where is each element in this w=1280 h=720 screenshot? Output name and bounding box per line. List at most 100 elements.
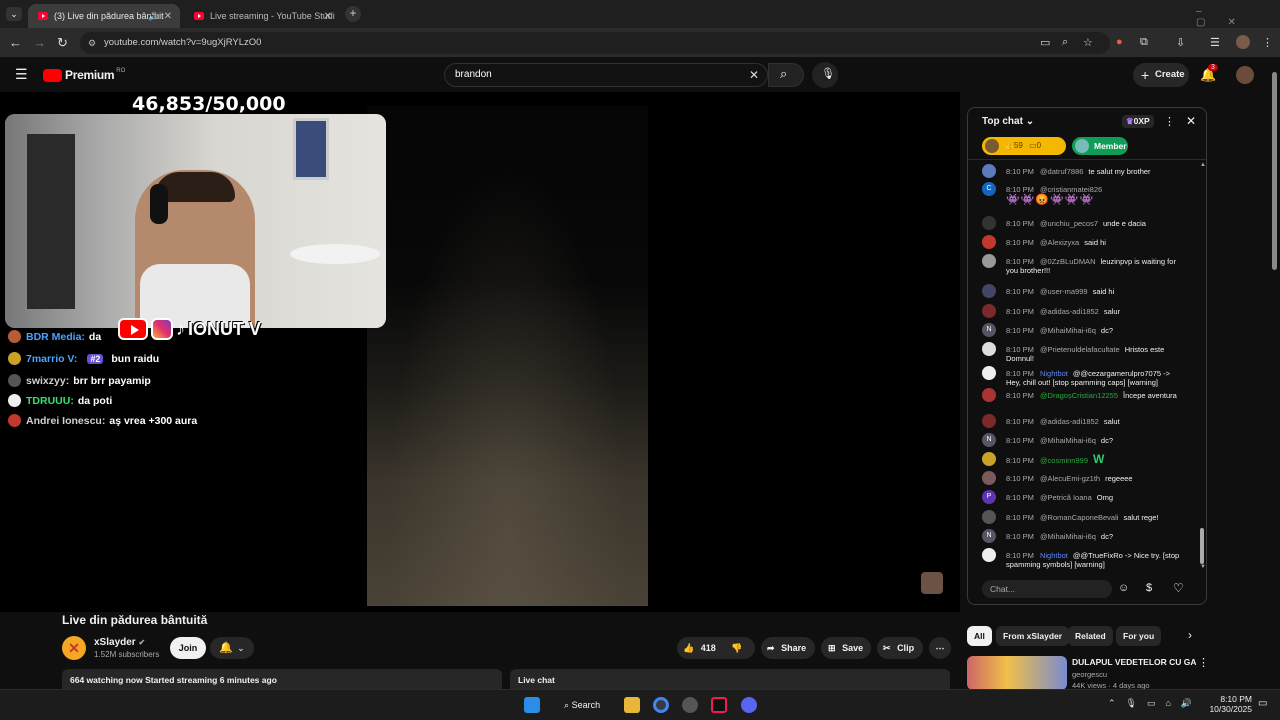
chat-author[interactable]: @adidas-adi1852	[1040, 417, 1099, 426]
tab-active[interactable]: (3) Live din pădurea bântuit 🔊 ✕	[28, 4, 180, 28]
chat-author[interactable]: @MihaiMihai-i6q	[1040, 532, 1096, 541]
youtube-logo[interactable]: Premium RO	[43, 68, 125, 82]
close-tab-icon[interactable]: ✕	[164, 11, 172, 22]
cast-icon[interactable]: ▭	[1040, 36, 1050, 49]
reading-list-icon[interactable]: ☰	[1210, 36, 1220, 49]
chat-avatar[interactable]	[982, 284, 996, 298]
chat-avatar[interactable]	[982, 342, 996, 356]
app-icon[interactable]	[682, 697, 698, 713]
chat-author[interactable]: @MihaiMihai-i6q	[1040, 326, 1096, 335]
chat-author[interactable]: Nightbot	[1040, 369, 1068, 378]
notification-center-icon[interactable]: ▭	[1258, 698, 1267, 709]
chat-author[interactable]: @adidas-adi1852	[1040, 307, 1099, 316]
heart-icon[interactable]: ♡	[1173, 581, 1184, 595]
guide-menu-icon[interactable]: ☰	[15, 66, 28, 83]
extension-icon[interactable]: ●	[1116, 36, 1123, 48]
chat-author[interactable]: @Alexizyxa	[1040, 238, 1079, 247]
search-input[interactable]: brandon ✕	[444, 63, 768, 87]
chat-avatar[interactable]	[982, 164, 996, 178]
chat-author[interactable]: @Prietenuldelafacultate	[1040, 345, 1120, 354]
scroll-down-icon[interactable]: ▼	[1200, 564, 1206, 570]
extensions-puzzle-icon[interactable]: ⧉	[1140, 36, 1148, 49]
taskbar-search[interactable]: ⌕ Search	[556, 696, 608, 714]
like-button[interactable]: 👍 418	[677, 637, 727, 659]
chat-avatar[interactable]	[982, 254, 996, 268]
emoji-icon[interactable]: ☺	[1118, 582, 1129, 594]
chat-more-icon[interactable]: ⋮	[1164, 115, 1175, 128]
description-box[interactable]: 664 watching now Started streaming 6 min…	[62, 669, 502, 689]
chat-author[interactable]: @user-ma999	[1040, 287, 1088, 296]
site-info-icon[interactable]: ⚙	[88, 32, 96, 54]
voice-search-button[interactable]: 🎙	[812, 62, 838, 88]
create-button[interactable]: + Create	[1133, 63, 1189, 87]
chat-avatar[interactable]: C	[982, 182, 996, 196]
related-tab-related[interactable]: Related	[1068, 626, 1113, 646]
page-scrollbar[interactable]	[1272, 72, 1277, 270]
account-avatar[interactable]	[1236, 66, 1254, 84]
ticker-item[interactable]: 👍59 ▭0	[982, 137, 1066, 155]
reload-icon[interactable]: ↻	[57, 35, 68, 51]
chat-author[interactable]: @AlecuEmi-gz1th	[1040, 474, 1100, 483]
channel-name[interactable]: xSlayder ✔	[94, 637, 145, 648]
search-button[interactable]: ⌕	[768, 63, 804, 87]
window-controls[interactable]: –▢✕	[1196, 6, 1280, 28]
join-button[interactable]: Join	[170, 637, 206, 659]
chat-avatar[interactable]	[982, 510, 996, 524]
profile-avatar[interactable]	[1236, 35, 1250, 49]
downloads-icon[interactable]: ⇩	[1176, 36, 1185, 49]
more-actions-button[interactable]: ⋯	[929, 637, 951, 659]
file-explorer-icon[interactable]	[624, 697, 640, 713]
share-button[interactable]: ➦ Share	[761, 637, 815, 659]
chat-author[interactable]: @Petrică Ioana	[1040, 493, 1092, 502]
chat-avatar[interactable]	[982, 235, 996, 249]
save-button[interactable]: ⊞ Save	[821, 637, 871, 659]
system-tray-icons[interactable]: ⌃🎙▭⌂🔊	[1108, 698, 1202, 709]
chevron-right-icon[interactable]: ›	[1188, 628, 1192, 642]
live-chat-replay-box[interactable]: Live chat	[510, 669, 950, 689]
chat-avatar[interactable]: N	[982, 323, 996, 337]
chat-scrollbar[interactable]	[1200, 528, 1204, 564]
chat-mode-dropdown[interactable]: Top chat ⌄	[982, 116, 1034, 127]
clear-search-icon[interactable]: ✕	[749, 64, 759, 86]
back-icon[interactable]: ←	[9, 35, 22, 50]
chat-author[interactable]: @0ZzBLuDMAN	[1040, 257, 1096, 266]
url-field[interactable]: ⚙ youtube.com/watch?v=9ugXjRYLzO0	[80, 32, 1110, 54]
chat-avatar[interactable]	[982, 366, 996, 380]
chrome-icon[interactable]	[653, 697, 669, 713]
related-video-thumbnail[interactable]	[967, 656, 1067, 690]
chat-avatar[interactable]	[982, 471, 996, 485]
chat-input[interactable]: Chat...	[982, 580, 1112, 598]
related-video-title[interactable]: DULAPUL VEDETELOR CU GAMI	[1072, 657, 1196, 667]
speaker-icon[interactable]: 🔊	[148, 12, 158, 21]
super-chat-icon[interactable]: $	[1146, 582, 1152, 594]
subscription-bell-button[interactable]: 🔔 ⌄	[210, 637, 254, 659]
close-chat-icon[interactable]: ✕	[1186, 114, 1196, 128]
member-ticker[interactable]: Member	[1072, 137, 1128, 155]
dislike-button[interactable]: 👎	[731, 637, 742, 659]
scroll-up-icon[interactable]: ▲	[1200, 162, 1206, 168]
tab-studio[interactable]: Live streaming - YouTube Studi ✕	[184, 4, 340, 28]
tiktok-app-icon[interactable]	[711, 697, 727, 713]
chat-avatar[interactable]	[982, 304, 996, 318]
related-more-icon[interactable]: ⋮	[1198, 656, 1209, 669]
discord-icon[interactable]	[741, 697, 757, 713]
new-tab-button[interactable]: +	[345, 6, 361, 22]
xp-badge[interactable]: ♛0XP	[1122, 115, 1154, 128]
chat-author[interactable]: @RomanCaponeBevali	[1040, 513, 1119, 522]
related-tab-for-you[interactable]: For you	[1116, 626, 1162, 646]
chat-avatar[interactable]	[982, 452, 996, 466]
clip-button[interactable]: ✂ Clip	[877, 637, 923, 659]
close-tab-icon[interactable]: ✕	[324, 11, 332, 22]
related-tab-all[interactable]: All	[967, 626, 992, 646]
chat-avatar[interactable]	[982, 388, 996, 402]
chat-author[interactable]: Nightbot	[1040, 551, 1068, 560]
chat-avatar[interactable]: N	[982, 433, 996, 447]
browser-menu-icon[interactable]: ⋮	[1262, 36, 1273, 49]
chat-avatar[interactable]	[982, 548, 996, 562]
chat-author[interactable]: @datruf7886	[1040, 167, 1083, 176]
bookmark-star-icon[interactable]: ☆	[1083, 36, 1093, 49]
chat-avatar[interactable]: N	[982, 529, 996, 543]
channel-avatar[interactable]: ✕	[62, 636, 86, 660]
clock[interactable]: 8:10 PM 10/30/2025	[1206, 694, 1252, 714]
chat-author[interactable]: @unchiu_pecos7	[1040, 219, 1098, 228]
